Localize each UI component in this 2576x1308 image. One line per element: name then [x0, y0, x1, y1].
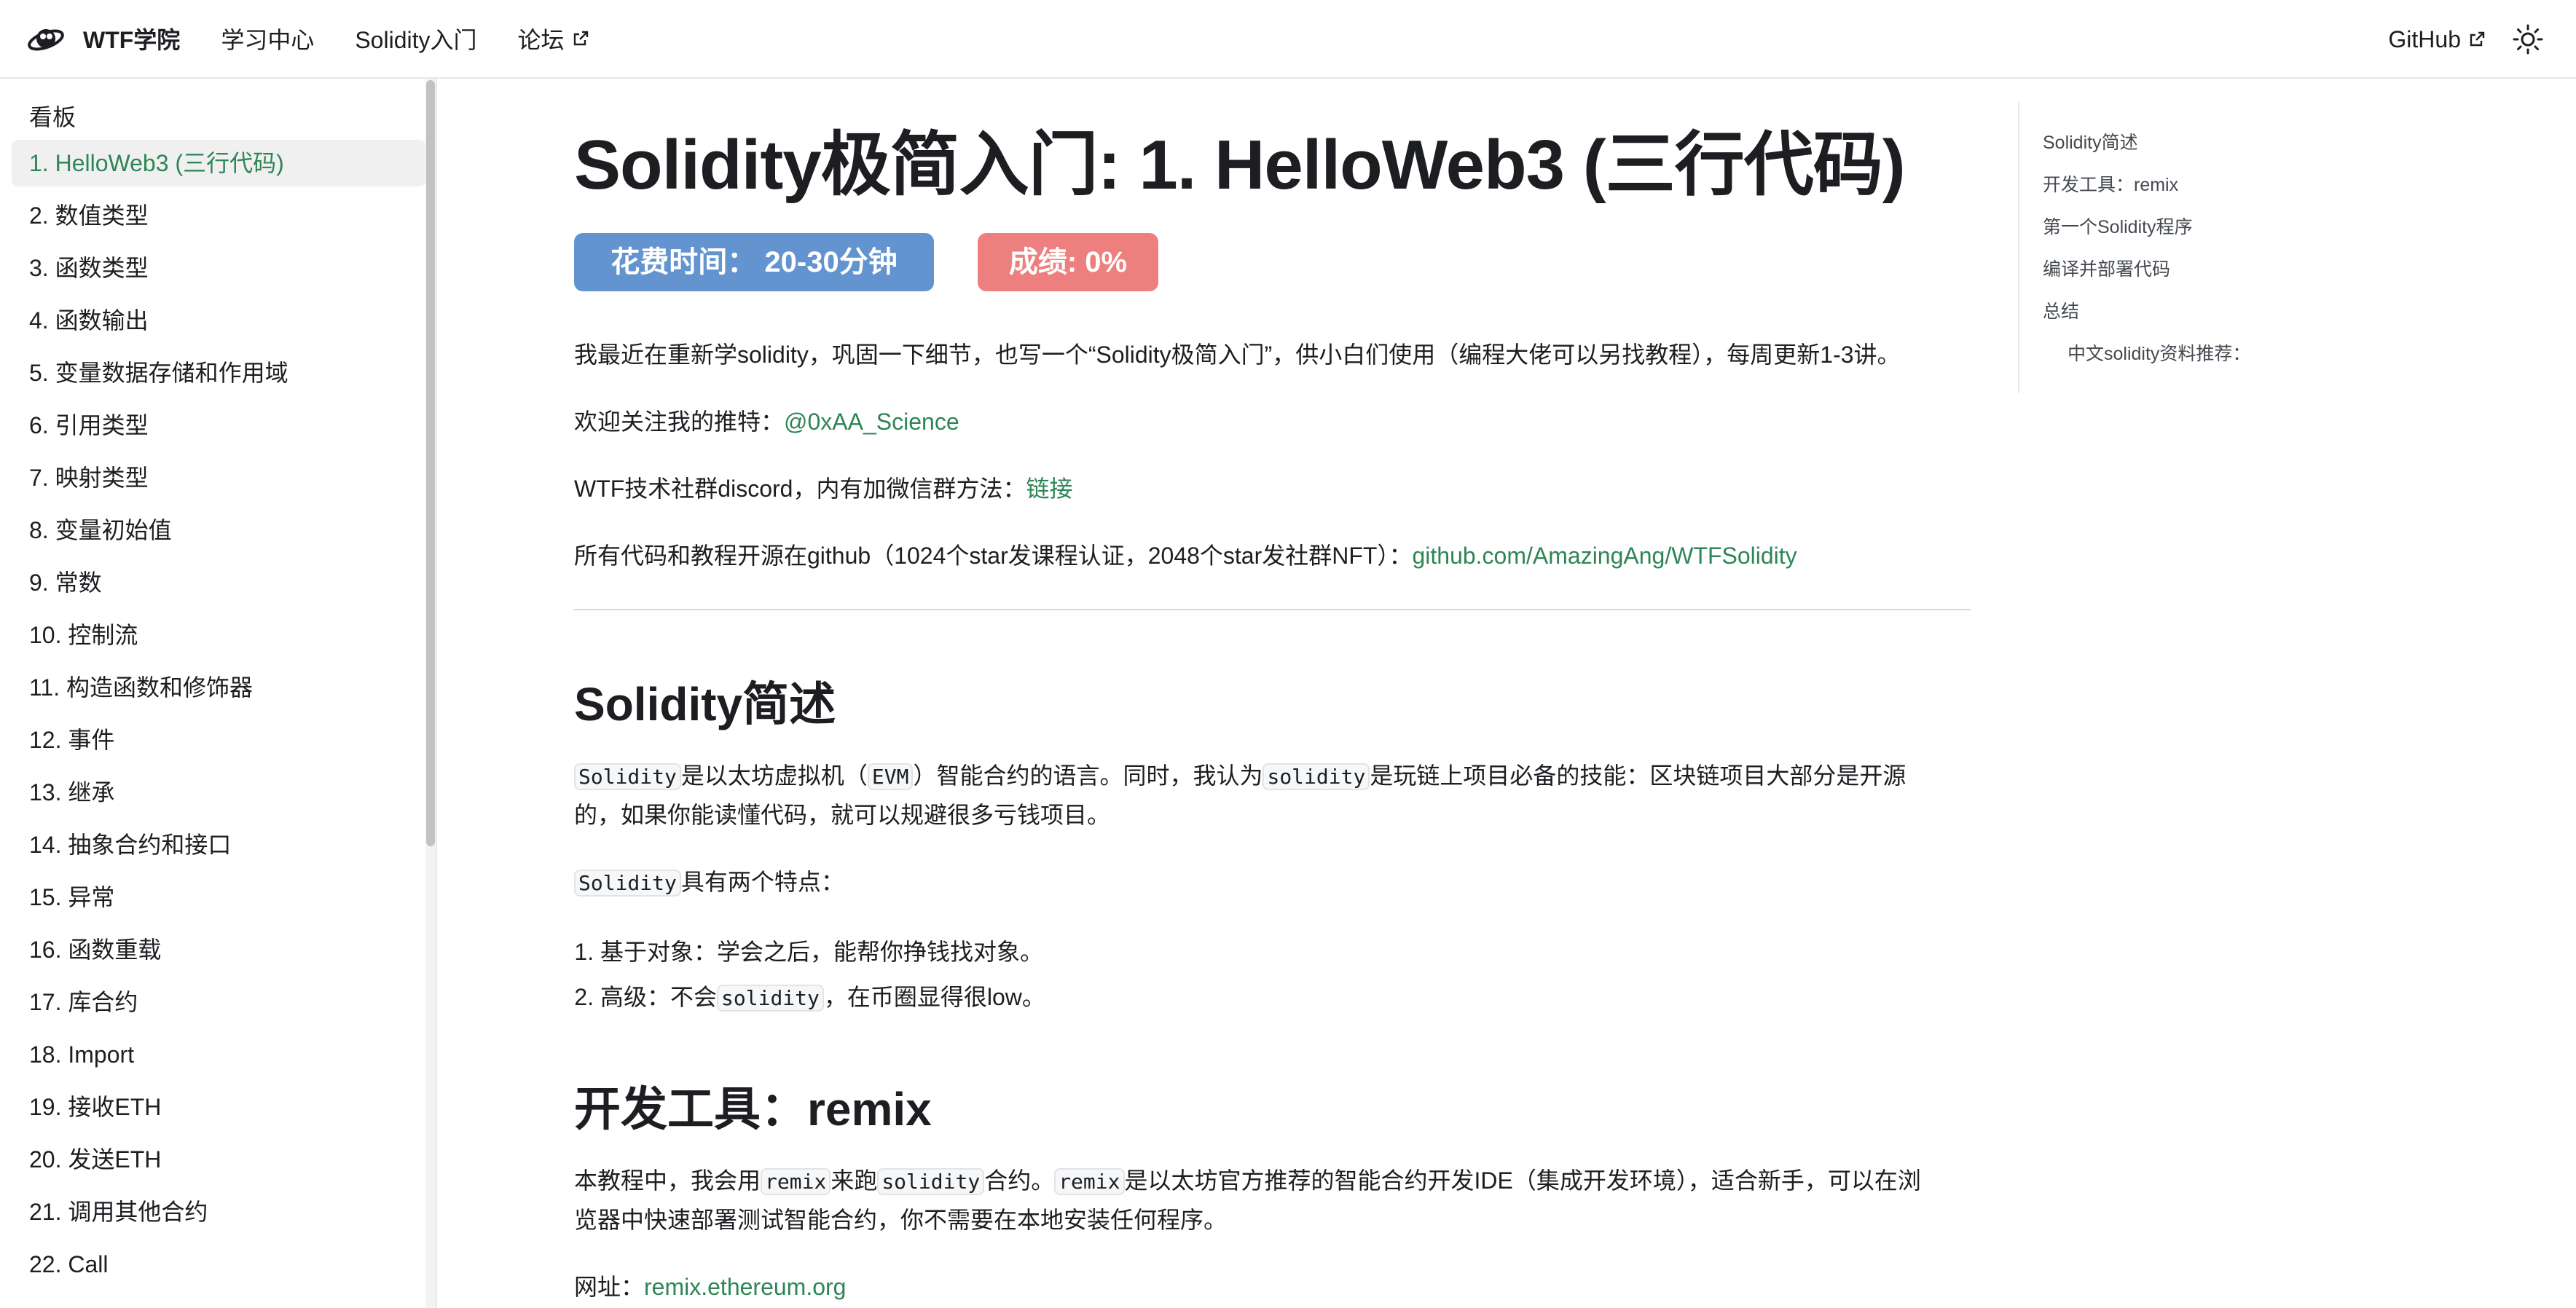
sidebar-item-initial-values[interactable]: 8. 变量初始值 — [12, 507, 425, 553]
follow-paragraph: 欢迎关注我的推特：@0xAA_Science — [574, 402, 959, 441]
remix-text: 本教程中，我会用 — [574, 1167, 761, 1194]
url-text: 网址： — [574, 1274, 645, 1300]
sidebar-item-overloading[interactable]: 16. 函数重载 — [12, 926, 425, 973]
features-list: 基于对象：学会之后，能帮你挣钱找对象。 高级：不会solidity，在币圈显得很… — [574, 929, 1045, 1021]
sidebar-item-control-flow[interactable]: 10. 控制流 — [12, 612, 425, 658]
sidebar-item-reference-types[interactable]: 6. 引用类型 — [12, 402, 425, 449]
toc-item-summary[interactable]: 总结 — [2043, 297, 2079, 323]
sidebar-scrollbar-thumb[interactable] — [426, 80, 435, 846]
discord-link[interactable]: 链接 — [1026, 476, 1072, 502]
remix-link[interactable]: remix.ethereum.org — [644, 1274, 846, 1300]
sidebar-item-call-contract[interactable]: 21. 调用其他合约 — [12, 1189, 425, 1235]
inline-code: EVM — [867, 763, 914, 790]
toc-item-remix[interactable]: 开发工具：remix — [2043, 170, 2178, 197]
section-solidity-overview-heading: Solidity简述 — [574, 678, 836, 730]
remix-paragraph-line1: 本教程中，我会用 remix 来跑 solidity 合约。 remix 是以太坊官方推荐的… — [574, 1161, 1921, 1202]
github-paragraph: 所有代码和教程开源在github（1024个star发课程认证，2048个sta… — [574, 536, 1797, 575]
toc-item-resources[interactable]: 中文solidity资料推荐： — [2068, 339, 2250, 366]
external-link-icon — [2470, 31, 2485, 47]
sidebar-item-constants[interactable]: 9. 常数 — [12, 559, 425, 606]
sidebar-item-value-types[interactable]: 2. 数值类型 — [12, 192, 425, 239]
github-text: 所有代码和教程开源在github（1024个star发课程认证，2048个sta… — [574, 543, 1413, 569]
brand-link[interactable]: WTF学院 — [26, 19, 180, 58]
features-intro-text: 具有两个特点： — [680, 869, 844, 895]
theme-toggle-button[interactable] — [2510, 22, 2545, 57]
sidebar-item-abstract-interface[interactable]: 14. 抽象合约和接口 — [12, 822, 425, 868]
github-link[interactable]: GitHub — [2388, 26, 2486, 53]
divider — [574, 609, 1971, 610]
follow-text: 欢迎关注我的推特： — [574, 409, 785, 435]
toc-item-overview[interactable]: Solidity简述 — [2043, 128, 2138, 154]
features-intro-paragraph: Solidity 具有两个特点： — [574, 862, 844, 903]
remix-text: 合约。 — [984, 1167, 1055, 1194]
sidebar-item-helloweb3[interactable]: 1. HelloWeb3 (三行代码) — [12, 140, 425, 186]
sidebar-item-call[interactable]: 22. Call — [12, 1241, 425, 1288]
discord-paragraph: WTF技术社群discord，内有加微信群方法：链接 — [574, 469, 1072, 508]
twitter-link[interactable]: @0xAA_Science — [784, 409, 959, 435]
toc-item-first-program[interactable]: 第一个Solidity程序 — [2043, 213, 2193, 239]
list-item: 基于对象：学会之后，能帮你挣钱找对象。 — [600, 929, 1045, 974]
inline-code: Solidity — [574, 870, 681, 897]
sidebar-item-events[interactable]: 12. 事件 — [12, 717, 425, 763]
toc-item-compile-deploy[interactable]: 编译并部署代码 — [2043, 255, 2170, 281]
brand-title: WTF学院 — [83, 27, 181, 53]
remix-paragraph-line2: 览器中快速部署测试智能合约，你不需要在本地安装任何程序。 — [574, 1207, 1228, 1233]
sidebar-item-mapping[interactable]: 7. 映射类型 — [12, 454, 425, 501]
remix-text: 是以太坊官方推荐的智能合约开发IDE（集成开发环境），适合新手，可以在浏 — [1124, 1167, 1921, 1194]
github-repo-link[interactable]: github.com/AmazingAng/WTFSolidity — [1412, 543, 1796, 569]
list-item: 高级：不会solidity，在币圈显得很low。 — [600, 974, 1045, 1021]
intro-paragraph: 我最近在重新学solidity，巩固一下细节，也写一个“Solidity极简入门… — [574, 342, 1901, 368]
sidebar-item-inheritance[interactable]: 13. 继承 — [12, 769, 425, 816]
sidebar-item-library[interactable]: 17. 库合约 — [12, 979, 425, 1025]
sidebar-item-import[interactable]: 18. Import — [12, 1031, 425, 1078]
list-item-text: 高级：不会 — [600, 984, 718, 1010]
github-label: GitHub — [2388, 25, 2461, 52]
overview-text: 是玩链上项目必备的技能：区块链项目大部分是开源 — [1370, 763, 1907, 789]
list-item-text: ，在币圈显得很low。 — [823, 984, 1045, 1010]
inline-code: remix — [1054, 1168, 1125, 1195]
external-link-icon — [573, 31, 588, 46]
nav-learning-center[interactable]: 学习中心 — [221, 22, 314, 55]
inline-code: solidity — [877, 1168, 985, 1195]
inline-code: solidity — [717, 985, 824, 1012]
discord-text: WTF技术社群discord，内有加微信群方法： — [574, 476, 1026, 502]
overview-paragraph-line1: Solidity 是以太坊虚拟机（ EVM ）智能合约的语言。同时，我认为 solidi… — [574, 756, 1906, 797]
sidebar-list: 1. HelloWeb3 (三行代码) 2. 数值类型 3. 函数类型 4. 函… — [12, 140, 425, 1293]
wtf-logo-icon — [28, 29, 64, 51]
overview-text: ）智能合约的语言。同时，我认为 — [913, 763, 1263, 789]
top-navbar: WTF学院 学习中心 Solidity入门 论坛 GitHub — [0, 0, 2576, 79]
nav-forum[interactable]: 论坛 — [518, 22, 589, 55]
page-title: Solidity极简入门: 1. HelloWeb3 (三行代码) — [574, 126, 1906, 204]
overview-text: 是以太坊虚拟机（ — [680, 763, 868, 789]
nav-forum-label: 论坛 — [517, 27, 565, 53]
score-badge: 成绩: 0% — [978, 233, 1158, 291]
sidebar: 看板 1. HelloWeb3 (三行代码) 2. 数值类型 3. 函数类型 4… — [0, 79, 437, 1308]
sidebar-item-function-types[interactable]: 3. 函数类型 — [12, 245, 425, 291]
inline-code: solidity — [1263, 763, 1370, 790]
time-badge: 花费时间： 20-30分钟 — [574, 233, 934, 291]
url-paragraph: 网址：remix.ethereum.org — [574, 1267, 846, 1307]
sidebar-title: 看板 — [29, 104, 76, 130]
sidebar-item-errors[interactable]: 15. 异常 — [12, 874, 425, 921]
sun-icon — [2513, 24, 2543, 55]
sidebar-item-send-eth[interactable]: 20. 发送ETH — [12, 1136, 425, 1183]
section-remix-heading: 开发工具：remix — [574, 1083, 932, 1135]
sidebar-item-constructor-modifier[interactable]: 11. 构造函数和修饰器 — [12, 664, 425, 711]
inline-code: Solidity — [574, 763, 681, 790]
sidebar-item-receive-eth[interactable]: 19. 接收ETH — [12, 1084, 425, 1130]
inline-code: remix — [761, 1168, 831, 1195]
remix-text: 来跑 — [830, 1167, 878, 1194]
sidebar-item-data-storage[interactable]: 5. 变量数据存储和作用域 — [12, 350, 425, 396]
nav-solidity-intro[interactable]: Solidity入门 — [355, 22, 476, 55]
table-of-contents: Solidity简述 开发工具：remix 第一个Solidity程序 编译并部… — [2018, 102, 2304, 393]
overview-paragraph-line2: 的，如果你能读懂代码，就可以规避很多亏钱项目。 — [574, 802, 1111, 828]
sidebar-item-function-output[interactable]: 4. 函数输出 — [12, 297, 425, 344]
